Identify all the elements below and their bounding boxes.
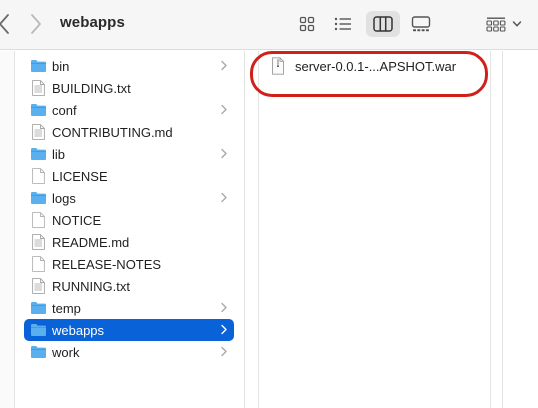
previous-column-edge	[0, 51, 14, 408]
gallery-view-button[interactable]	[408, 11, 434, 37]
item-label: temp	[52, 300, 81, 316]
column-view-button[interactable]	[366, 11, 400, 37]
chevron-right-icon[interactable]	[221, 346, 227, 357]
item-icon-slot	[30, 124, 47, 140]
document-icon	[32, 212, 45, 228]
forward-chevron-icon[interactable]	[30, 13, 42, 35]
chevron-right-icon[interactable]	[221, 104, 227, 115]
item-label: RUNNING.txt	[52, 278, 130, 294]
folder-icon	[31, 324, 46, 336]
list-view-button[interactable]	[330, 11, 356, 37]
item-label: NOTICE	[52, 212, 102, 228]
window-title: webapps	[60, 14, 125, 31]
webapps-parent-column: bin BUILDING.txt conf CONTRIBUTING.md lib LIC…	[24, 55, 234, 363]
item-icon-slot	[30, 168, 47, 184]
grid-icon	[299, 16, 315, 32]
folder-icon	[31, 302, 46, 314]
text-file-icon	[32, 124, 45, 140]
folder-item[interactable]: work	[24, 341, 234, 363]
item-icon-slot	[30, 344, 47, 360]
item-icon-slot	[30, 190, 47, 206]
item-icon-slot	[30, 146, 47, 162]
folder-item[interactable]: bin	[24, 55, 234, 77]
chevron-right-icon[interactable]	[221, 60, 227, 71]
columns-icon	[373, 16, 393, 32]
file-item[interactable]: RUNNING.txt	[24, 275, 234, 297]
folder-icon	[31, 192, 46, 204]
group-by-button[interactable]	[482, 11, 526, 37]
file-item[interactable]: LICENSE	[24, 165, 234, 187]
item-label: README.md	[52, 234, 130, 250]
annotation-ring	[250, 51, 488, 97]
item-icon-slot	[30, 234, 47, 250]
folder-icon	[31, 148, 46, 160]
column-divider[interactable]	[490, 51, 491, 408]
folder-icon	[31, 346, 46, 358]
item-label: work	[52, 344, 80, 360]
item-icon-slot	[30, 256, 47, 272]
item-label: CONTRIBUTING.md	[52, 124, 173, 140]
item-icon-slot	[30, 80, 47, 96]
file-item[interactable]: RELEASE-NOTES	[24, 253, 234, 275]
gallery-icon	[411, 16, 431, 32]
column-divider[interactable]	[244, 51, 245, 408]
document-icon	[32, 256, 45, 272]
chevron-right-icon[interactable]	[221, 324, 227, 335]
toolbar: webapps	[0, 0, 538, 50]
file-item[interactable]: BUILDING.txt	[24, 77, 234, 99]
folder-item[interactable]: lib	[24, 143, 234, 165]
icon-view-button[interactable]	[294, 11, 320, 37]
item-icon-slot	[30, 322, 47, 338]
folder-item[interactable]: logs	[24, 187, 234, 209]
item-label: lib	[52, 146, 66, 162]
column-browser: bin BUILDING.txt conf CONTRIBUTING.md lib LIC…	[0, 51, 538, 408]
text-file-icon	[32, 80, 45, 96]
text-file-icon	[32, 234, 45, 250]
file-item[interactable]: NOTICE	[24, 209, 234, 231]
folder-item[interactable]: webapps	[24, 319, 234, 341]
folder-icon	[31, 104, 46, 116]
item-label: logs	[52, 190, 76, 206]
item-label: bin	[52, 58, 70, 74]
item-icon-slot	[30, 300, 47, 316]
folder-icon	[31, 60, 46, 72]
chevron-right-icon[interactable]	[221, 302, 227, 313]
chevron-right-icon[interactable]	[221, 148, 227, 159]
item-icon-slot	[30, 212, 47, 228]
item-label: BUILDING.txt	[52, 80, 131, 96]
item-icon-slot	[30, 278, 47, 294]
item-icon-slot	[30, 58, 47, 74]
item-label: RELEASE-NOTES	[52, 256, 162, 272]
chevron-right-icon[interactable]	[221, 192, 227, 203]
item-icon-slot	[30, 102, 47, 118]
text-file-icon	[32, 278, 45, 294]
list-icon	[334, 17, 351, 31]
column-divider[interactable]	[502, 51, 503, 408]
document-icon	[32, 168, 45, 184]
column-divider[interactable]	[258, 51, 259, 408]
folder-item[interactable]: conf	[24, 99, 234, 121]
item-label: webapps	[52, 322, 105, 338]
back-chevron-icon[interactable]	[0, 13, 10, 35]
item-label: LICENSE	[52, 168, 108, 184]
file-item[interactable]: CONTRIBUTING.md	[24, 121, 234, 143]
grid-group-icon	[486, 17, 506, 32]
column-divider[interactable]	[14, 51, 15, 408]
folder-item[interactable]: temp	[24, 297, 234, 319]
file-item[interactable]: README.md	[24, 231, 234, 253]
item-label: conf	[52, 102, 77, 118]
chevron-down-icon	[512, 21, 522, 27]
